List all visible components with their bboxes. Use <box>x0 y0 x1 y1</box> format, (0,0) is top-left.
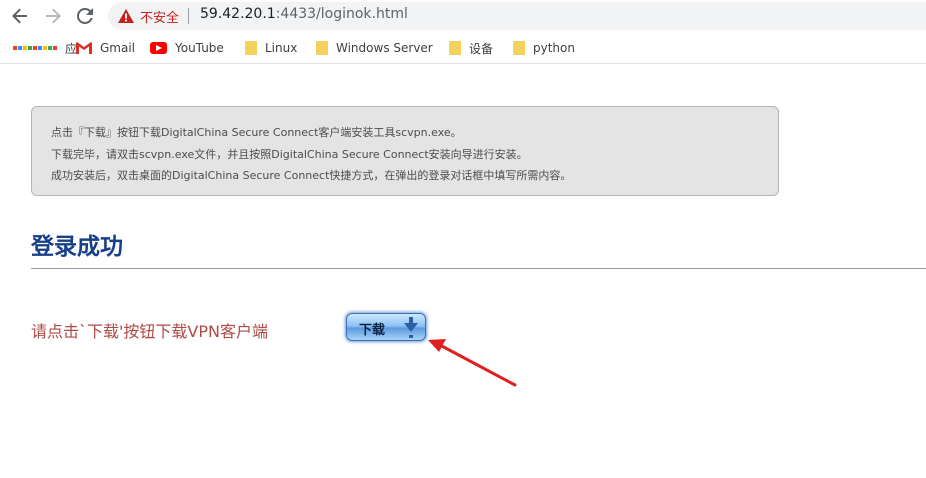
reload-icon <box>77 8 93 24</box>
omnibox[interactable]: 不安全 59.42.20.1:4433/loginok.html <box>108 2 926 30</box>
bookmark-label: Windows Server <box>336 41 433 55</box>
url-text[interactable]: 59.42.20.1:4433/loginok.html <box>200 6 408 22</box>
url-host: 59.42.20.1 <box>200 6 276 22</box>
bookmark-linux[interactable]: Linux <box>245 39 297 57</box>
page-title: 登录成功 <box>31 234 123 260</box>
bookmarks-bar: 应用 Gmail YouTube Linux Windows Server 设备… <box>0 33 926 64</box>
warning-icon <box>118 9 134 23</box>
gmail-icon <box>76 42 92 54</box>
instruction-line-1: 点击『下载』按钮下载DigitalChina Secure Connect客户端… <box>51 126 462 139</box>
bookmark-label: python <box>533 41 575 55</box>
forward-button[interactable] <box>42 5 64 27</box>
security-status-label[interactable]: 不安全 <box>140 7 179 26</box>
folder-icon <box>449 41 461 55</box>
apps-icon <box>13 46 57 50</box>
bookmark-label: 设备 <box>469 41 494 56</box>
annotation-arrow <box>428 339 517 387</box>
folder-icon <box>245 41 257 55</box>
reload-button[interactable] <box>74 5 96 27</box>
address-bar-row: 不安全 59.42.20.1:4433/loginok.html <box>0 0 926 32</box>
bookmark-label: Gmail <box>100 41 136 55</box>
url-path: :4433/loginok.html <box>275 6 408 22</box>
omnibox-separator <box>188 8 189 24</box>
download-button-label: 下载 <box>359 323 386 338</box>
arrow-right-icon <box>46 8 61 24</box>
bookmark-gmail[interactable]: Gmail <box>76 39 135 57</box>
bookmark-label: YouTube <box>175 41 224 55</box>
instruction-line-3: 成功安装后，双击桌面的DigitalChina Secure Connect快捷… <box>51 169 572 182</box>
arrow-left-icon <box>12 8 27 24</box>
bookmark-label: Linux <box>265 41 298 55</box>
bookmark-python[interactable]: python <box>513 39 575 57</box>
download-prompt: 请点击`下载'按钮下载VPN客户端 <box>31 322 268 341</box>
download-arrow-icon <box>404 317 418 338</box>
install-instructions-box: 点击『下载』按钮下载DigitalChina Secure Connect客户端… <box>31 106 779 196</box>
back-button[interactable] <box>9 5 31 27</box>
youtube-icon <box>150 42 167 54</box>
bookmark-youtube[interactable]: YouTube <box>150 39 224 57</box>
instruction-line-2: 下载完毕，请双击scvpn.exe文件，并且按照DigitalChina Sec… <box>51 147 528 161</box>
folder-icon <box>513 41 525 55</box>
title-divider <box>31 268 926 269</box>
download-button[interactable]: 下载 <box>346 313 426 341</box>
bookmark-devices[interactable]: 设备 <box>449 39 493 57</box>
folder-icon <box>316 41 328 55</box>
bookmark-windows-server[interactable]: Windows Server <box>316 39 433 57</box>
